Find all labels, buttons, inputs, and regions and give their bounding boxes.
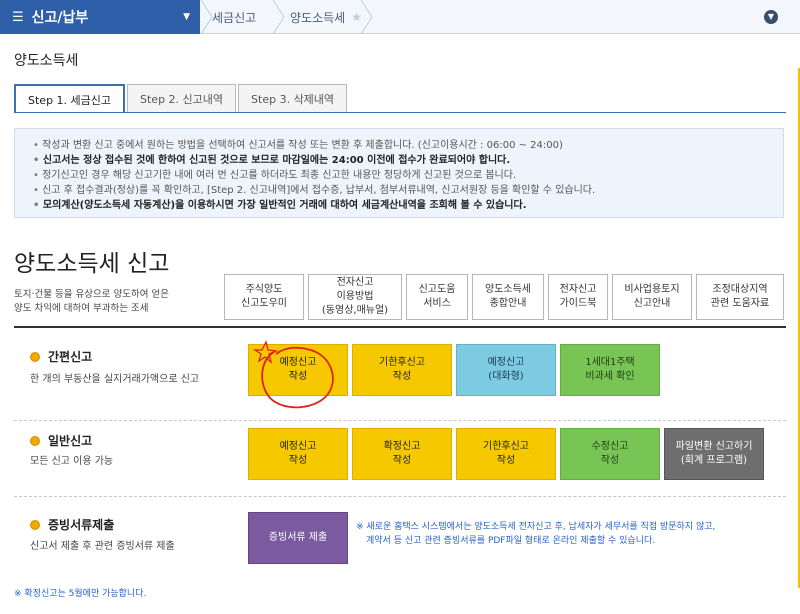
interactive-preliminary-filing-button[interactable]: 예정신고 (대화형) — [456, 344, 556, 396]
expand-menu-icon[interactable]: ▼ — [764, 10, 778, 24]
evidence-note: ※ 새로운 홈택스 시스템에서는 양도소득세 전자신고 후, 납세자가 세무서를… — [356, 520, 776, 548]
button-label: 기한후신고 — [379, 357, 425, 368]
amended-filing-button[interactable]: 수정신고작성 — [560, 428, 660, 480]
button-label: 기한후신고 — [483, 441, 529, 452]
red-circle-annotation-icon — [252, 340, 334, 409]
tab-step1[interactable]: Step 1. 세금신고 — [14, 84, 126, 113]
notice-item: 작성과 변환 신고 중에서 원하는 방법을 선택하여 신고서를 작성 또는 변환… — [33, 138, 765, 153]
notice-item: 신고서는 정상 접수된 것에 한하여 신고된 것으로 보므로 마감일에는 24:… — [33, 153, 765, 168]
submit-evidence-button[interactable]: 증빙서류 제출 — [248, 512, 348, 564]
button-label: 관련 도움자료 — [710, 298, 770, 309]
button-label: 이용방법 — [336, 291, 374, 302]
section-heading: 양도소득세 신고 — [14, 251, 170, 277]
capital-gains-overview-button[interactable]: 양도소득세종합안내 — [472, 274, 544, 320]
button-label: 비과세 확인 — [585, 371, 635, 382]
description-line: 양도 차익에 대하여 부과하는 조세 — [14, 303, 149, 314]
button-label: (회계 프로그램) — [680, 455, 748, 466]
button-label: 수정신고 — [591, 441, 629, 452]
tab-step2[interactable]: Step 2. 신고내역 — [127, 84, 237, 112]
breadcrumb-label: 양도소득세 — [290, 10, 346, 25]
bullet-dot-icon — [30, 519, 40, 530]
section-description: 토지·건물 등을 유상으로 양도하여 얻은 양도 차익에 대하여 부과하는 조세 — [14, 288, 214, 316]
simple-filing-subtitle: 한 개의 부동산을 실지거래가액으로 신고 — [30, 374, 200, 385]
button-label: 예정신고 — [279, 441, 317, 452]
section-divider — [14, 326, 786, 328]
button-label: 작성 — [600, 455, 620, 466]
breadcrumb-label: 세금신고 — [212, 10, 257, 25]
button-label: 예정신고 — [487, 357, 525, 368]
button-label: 파일변환 신고하기 — [675, 441, 753, 452]
simple-filing-title: 간편신고 — [30, 348, 92, 365]
button-label: 신고도움 — [418, 284, 456, 295]
button-label: 작성 — [288, 455, 308, 466]
filing-help-service-button[interactable]: 신고도움서비스 — [406, 274, 468, 320]
breadcrumb-separator-icon — [272, 0, 285, 34]
button-label: 신고도우미 — [241, 298, 287, 309]
note-line: 계약서 등 신고 관련 증빙서류를 PDF파일 형태로 온라인 제출할 수 있습… — [366, 536, 656, 546]
breadcrumb-separator-icon — [360, 0, 373, 34]
final-filing-button[interactable]: 확정신고작성 — [352, 428, 452, 480]
e-filing-guidebook-button[interactable]: 전자신고가이드북 — [548, 274, 608, 320]
button-label: 종합안내 — [489, 298, 527, 309]
footnote: ※ 확정신고는 5월에만 가능합니다. — [14, 589, 147, 599]
button-label: 서비스 — [423, 298, 451, 309]
button-label: 조정대상지역 — [712, 284, 768, 295]
e-filing-guide-button[interactable]: 전자신고이용방법 (동영상,매뉴얼) — [308, 274, 402, 320]
section-title-label: 증빙서류제출 — [48, 518, 115, 532]
breadcrumb-capital-gains[interactable]: 양도소득세 ★ — [290, 0, 362, 34]
step-tabs: Step 1. 세금신고 Step 2. 신고내역 Step 3. 삭제내역 — [14, 84, 349, 113]
file-conversion-filing-button[interactable]: 파일변환 신고하기 (회계 프로그램) — [664, 428, 764, 480]
button-label: 신고안내 — [633, 298, 671, 309]
note-line: ※ 새로운 홈택스 시스템에서는 양도소득세 전자신고 후, 납세자가 세무서를… — [356, 522, 716, 532]
top-navigation: ☰ 신고/납부 ▼ 세금신고 양도소득세 ★ ▼ — [0, 0, 800, 34]
tab-step3[interactable]: Step 3. 삭제내역 — [238, 84, 348, 112]
bullet-dot-icon — [30, 435, 40, 446]
adjusted-area-resources-button[interactable]: 조정대상지역관련 도움자료 — [696, 274, 784, 320]
button-label: 작성 — [496, 455, 516, 466]
button-label: 확정신고 — [383, 441, 421, 452]
button-label: 양도소득세 — [485, 284, 531, 295]
main-menu-dropdown[interactable]: ☰ 신고/납부 ▼ — [0, 0, 200, 34]
description-line: 토지·건물 등을 유상으로 양도하여 얻은 — [14, 289, 169, 300]
non-business-land-guide-button[interactable]: 비사업용토지신고안내 — [612, 274, 692, 320]
notice-box: 작성과 변환 신고 중에서 원하는 방법을 선택하여 신고서를 작성 또는 변환… — [14, 128, 784, 218]
notice-item: 모의계산(양도소득세 자동계산)을 이용하시면 가장 일반적인 거래에 대하여 … — [33, 198, 765, 213]
button-label: 가이드북 — [559, 298, 597, 309]
button-label: 전자신고 — [559, 284, 597, 295]
button-label: 전자신고 — [336, 277, 374, 288]
hamburger-icon: ☰ — [12, 9, 24, 25]
section-title-label: 간편신고 — [48, 350, 93, 364]
section-separator — [14, 496, 786, 497]
general-late-filing-button[interactable]: 기한후신고작성 — [456, 428, 556, 480]
notice-item: 정기신고인 경우 해당 신고기한 내에 여러 번 신고를 하더라도 최종 신고한… — [33, 168, 765, 183]
tab-underline — [14, 112, 786, 113]
notice-item: 신고 후 접수결과(정상)를 꼭 확인하고, [Step 2. 신고내역]에서 … — [33, 183, 765, 198]
section-separator — [14, 420, 786, 421]
caret-down-icon: ▼ — [183, 12, 190, 22]
button-label: 작성 — [392, 371, 412, 382]
button-label: (동영상,매뉴얼) — [321, 305, 389, 316]
evidence-submission-title: 증빙서류제출 — [30, 516, 114, 533]
button-label: (대화형) — [488, 371, 524, 382]
general-filing-title: 일반신고 — [30, 432, 92, 449]
button-label: 주식양도 — [245, 284, 283, 295]
evidence-submission-subtitle: 신고서 제출 후 관련 증빙서류 제출 — [30, 541, 175, 552]
bullet-dot-icon — [30, 351, 40, 362]
simple-late-filing-button[interactable]: 기한후신고작성 — [352, 344, 452, 396]
button-label: 작성 — [392, 455, 412, 466]
page-title: 양도소득세 — [14, 53, 79, 69]
button-label: 증빙서류 제출 — [268, 532, 328, 543]
section-title-label: 일반신고 — [48, 434, 93, 448]
one-house-exemption-check-button[interactable]: 1세대1주택비과세 확인 — [560, 344, 660, 396]
breadcrumb-tax-filing[interactable]: 세금신고 — [212, 0, 256, 34]
general-filing-subtitle: 모든 신고 이용 가능 — [30, 456, 114, 467]
main-menu-label: 신고/납부 — [31, 10, 89, 26]
stock-transfer-helper-button[interactable]: 주식양도신고도우미 — [224, 274, 304, 320]
button-label: 1세대1주택 — [585, 357, 635, 368]
button-label: 비사업용토지 — [624, 284, 680, 295]
general-preliminary-filing-button[interactable]: 예정신고작성 — [248, 428, 348, 480]
